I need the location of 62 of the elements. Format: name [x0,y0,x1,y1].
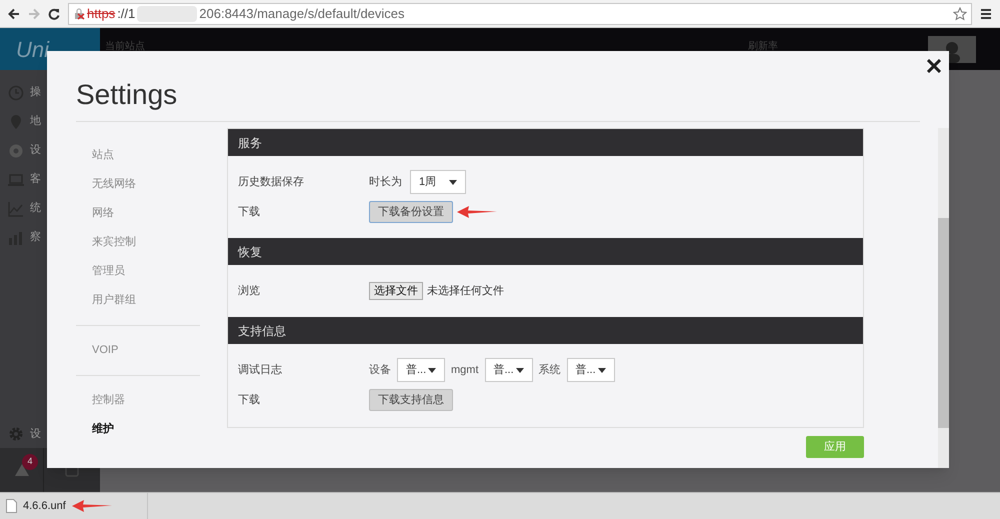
download-button[interactable]: 下载支持信息 [369,389,453,411]
dialog-title: Settings [76,81,178,109]
download-button[interactable]: 下载备份设置 [369,201,453,223]
dropdown[interactable]: 普... [484,358,532,382]
url-text: ://1 [117,4,136,23]
settings-nav-item[interactable]: VOIP [76,336,200,365]
gear-icon [8,426,24,442]
settings-nav-item[interactable]: 管理员 [76,257,200,286]
section-header: 恢复 [228,238,863,265]
nav-item[interactable]: 察 [30,229,41,246]
settings-nav-item[interactable]: 用户群组 [76,286,200,315]
site-label: 当前站点 [105,40,145,54]
settings-nav-item[interactable]: 来宾控制 [76,228,200,257]
dropdown[interactable]: 普... [566,358,614,382]
reload-icon[interactable] [48,8,60,20]
choose-file-button[interactable]: 选择文件 [369,282,423,300]
file-status: 未选择任何文件 [427,284,504,299]
row-label: 下载 [238,392,261,408]
nav-item[interactable]: 统 [30,200,41,217]
download-item[interactable]: 4.6.6.unf [23,498,66,514]
row-label: 调试日志 [238,362,283,378]
settings-nav-item[interactable]: 维护 [76,415,200,444]
nav-item[interactable]: 操 [30,84,41,101]
caret-icon [449,180,457,184]
scrollbar-thumb[interactable] [938,218,949,428]
nav-item[interactable]: 客 [30,171,41,188]
caret-icon [516,368,524,372]
nav-item[interactable]: 地 [30,113,41,130]
settings-nav-item[interactable]: 控制器 [76,386,200,415]
url-scheme: https [87,4,116,23]
close-icon[interactable] [927,59,941,73]
caret-icon [598,368,606,372]
apply-button[interactable]: 应用 [806,436,864,458]
field-label: 时长为 [369,174,402,190]
nav-item[interactable]: 设 [30,426,41,442]
settings-nav-item[interactable]: 站点 [76,141,200,170]
menu-icon[interactable] [980,8,992,20]
notification-badge: 4 [22,454,38,470]
settings-nav-item[interactable]: 网络 [76,199,200,228]
settings-nav-item[interactable]: 无线网络 [76,170,200,199]
nav-item[interactable]: 设 [30,142,41,159]
file-icon [6,499,17,513]
blurred-region [137,6,198,22]
star-icon[interactable] [953,6,967,20]
dropdown[interactable]: 普... [397,358,445,382]
url-text: 206:8443/manage/s/default/devices [199,4,405,23]
section-header: 服务 [228,129,863,156]
field-label: 设备 [369,362,391,378]
row-label: 下载 [238,204,261,220]
refresh-label: 刷新率 [748,40,778,54]
address-bar[interactable]: https://1 206:8443/manage/s/default/devices [68,2,972,24]
caret-icon [428,368,436,372]
section-header: 支持信息 [228,317,863,344]
logo-text: Uni [16,36,50,64]
field-label: 系统 [538,362,560,378]
back-icon[interactable] [8,8,20,20]
field-label: mgmt [451,362,478,378]
dropdown[interactable]: 1周 [410,170,466,194]
disc-icon [8,142,24,158]
row-label: 浏览 [238,284,261,299]
insecure-lock-icon [73,8,85,20]
row-label: 历史数据保存 [238,174,305,190]
